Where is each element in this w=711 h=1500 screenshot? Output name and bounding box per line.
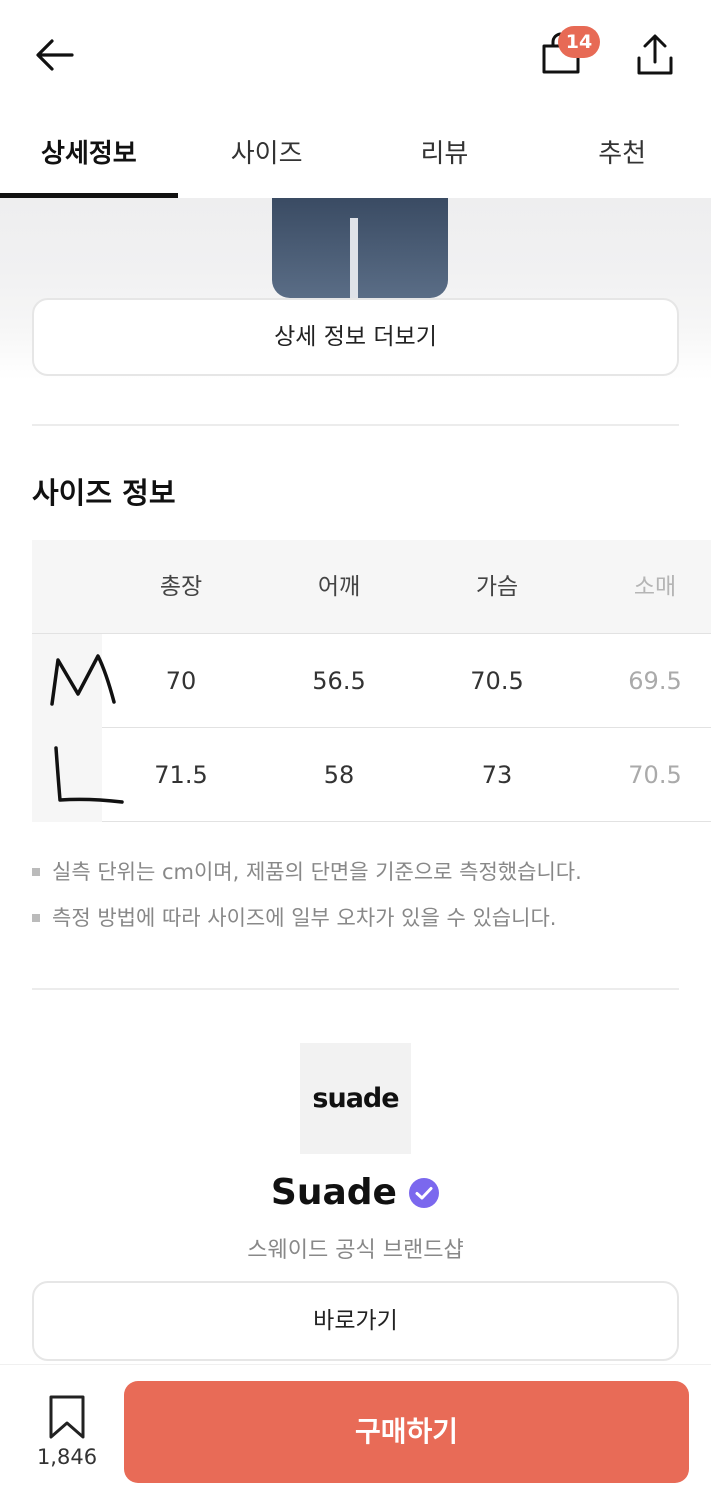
bookmark-button[interactable]: 1,846 (30, 1395, 104, 1475)
bookmark-icon (49, 1395, 85, 1439)
table-cell: 70.5 (628, 761, 682, 789)
table-cell: 58 (323, 761, 355, 789)
divider (32, 424, 679, 426)
size-note: 측정 방법에 따라 사이즈에 일부 오차가 있을 수 있습니다. (32, 898, 582, 944)
size-table-header: 총장 어깨 가슴 소매 (32, 540, 711, 634)
size-table: 총장 어깨 가슴 소매 70 56.5 70.5 69.5 71.5 58 73… (32, 540, 711, 822)
table-row: 71.5 58 73 70.5 (32, 728, 711, 822)
size-info-title: 사이즈 정보 (32, 476, 176, 510)
column-header: 총장 (159, 574, 203, 600)
size-note: 실측 단위는 cm이며, 제품의 단면을 기준으로 측정했습니다. (32, 852, 582, 898)
divider (32, 988, 679, 990)
more-details-button[interactable]: 상세 정보 더보기 (32, 298, 679, 376)
table-cell: 73 (481, 761, 513, 789)
cart-count-badge: 14 (558, 26, 600, 58)
bookmark-count: 1,846 (36, 1445, 98, 1469)
table-cell: 56.5 (312, 667, 366, 695)
brand-subtitle: 스웨이드 공식 브랜드샵 (247, 1238, 464, 1263)
brand-name-row: Suade (0, 1172, 711, 1228)
product-jeans-photo (272, 198, 448, 298)
back-arrow-icon (36, 39, 74, 71)
verified-badge-icon (409, 1177, 440, 1208)
table-row: 70 56.5 70.5 69.5 (32, 634, 711, 728)
share-button[interactable] (630, 30, 680, 80)
go-to-brand-button[interactable]: 바로가기 (32, 1281, 679, 1361)
handwritten-size-m (50, 654, 116, 706)
back-button[interactable] (30, 30, 80, 80)
share-icon (637, 34, 673, 75)
handwritten-size-l (54, 746, 124, 804)
table-cell: 70 (165, 667, 197, 695)
column-header: 어깨 (317, 574, 361, 600)
column-header: 소매 (633, 574, 677, 600)
column-header: 가슴 (475, 574, 519, 600)
tab-size[interactable]: 사이즈 (178, 110, 356, 198)
detail-tabs: 상세정보 사이즈 리뷰 추천 (0, 110, 711, 198)
brand-logo[interactable]: suade (300, 1043, 411, 1154)
tab-reviews[interactable]: 리뷰 (356, 110, 534, 198)
buy-button[interactable]: 구매하기 (124, 1381, 689, 1483)
tab-recommend[interactable]: 추천 (533, 110, 711, 198)
jeans-leg-gap (350, 218, 358, 298)
brand-name: Suade (270, 1172, 397, 1213)
table-cell: 70.5 (470, 667, 524, 695)
table-cell: 69.5 (628, 667, 682, 695)
top-app-bar: 14 (0, 0, 711, 110)
table-cell: 71.5 (154, 761, 208, 789)
tab-details[interactable]: 상세정보 (0, 110, 178, 198)
bottom-action-bar: 1,846 구매하기 (0, 1364, 711, 1500)
size-notes: 실측 단위는 cm이며, 제품의 단면을 기준으로 측정했습니다. 측정 방법에… (32, 852, 582, 944)
